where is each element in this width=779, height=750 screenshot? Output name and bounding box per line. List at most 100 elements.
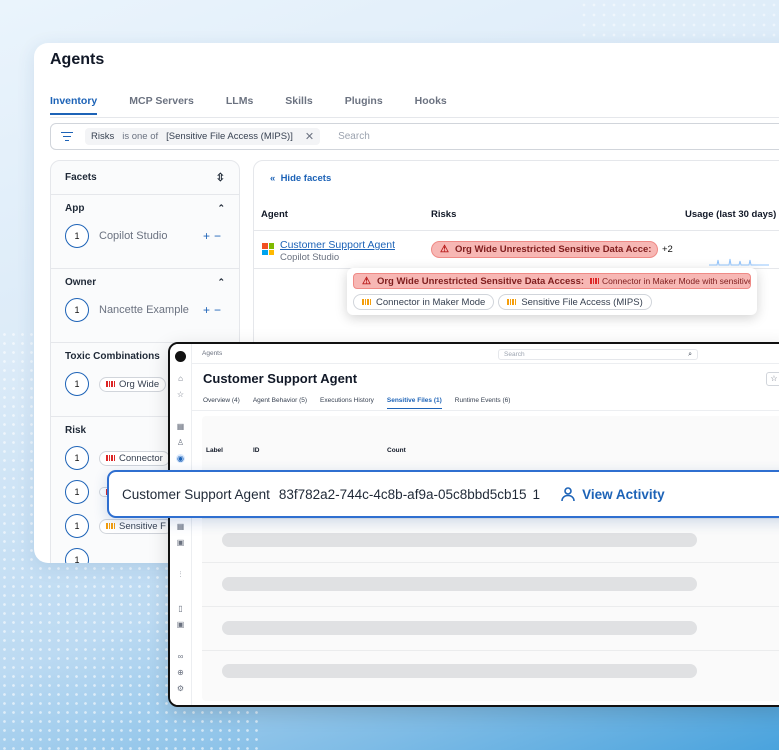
globe-icon[interactable]: ⊕ bbox=[176, 668, 185, 677]
highlighted-file-row[interactable]: Customer Support Agent 83f782a2-744c-4c8… bbox=[107, 470, 779, 518]
user-icon bbox=[561, 487, 575, 502]
tab-overview[interactable]: Overview (4) bbox=[203, 397, 240, 409]
agent-title: Customer Support Agent bbox=[203, 371, 358, 386]
tab-sensitive-files[interactable]: Sensitive Files (1) bbox=[386, 397, 442, 409]
facet-label: Nancette Example bbox=[99, 304, 189, 316]
skeleton-row bbox=[222, 621, 697, 635]
link-icon[interactable]: ∞ bbox=[176, 652, 185, 661]
tab-divider bbox=[50, 117, 779, 118]
severity-bars-icon bbox=[106, 455, 115, 461]
nav-rail: ⌂ ☆ ▦ ♙ ◉ ▦ ▣ ⫶ ▯ ▣ ∞ ⊕ ⚙ bbox=[170, 344, 192, 705]
severity-bars-icon bbox=[362, 299, 371, 305]
facet-count: 1 bbox=[65, 298, 89, 322]
facets-title: Facets bbox=[65, 172, 97, 183]
filter-bar[interactable]: Risks is one of [Sensitive File Access (… bbox=[50, 123, 779, 150]
view-activity-button[interactable]: View Activity bbox=[560, 486, 665, 502]
severity-bars-icon bbox=[507, 299, 517, 305]
grid-icon[interactable]: ▦ bbox=[176, 422, 185, 431]
agent-app: Copilot Studio bbox=[280, 252, 340, 263]
facet-section-title: App bbox=[65, 203, 85, 214]
usage-sparkline bbox=[709, 258, 769, 266]
home-icon[interactable]: ⌂ bbox=[176, 374, 185, 383]
facet-section-title: Owner bbox=[65, 277, 97, 288]
tooltip-risk-chip[interactable]: Sensitive File Access (MIPS) bbox=[498, 294, 652, 310]
facet-section-app: App ⌃ 1 Copilot Studio +− bbox=[51, 195, 239, 269]
facet-count: 1 bbox=[65, 446, 89, 470]
tooltip-main-risk: ⚠ Org Wide Unrestricted Sensitive Data A… bbox=[353, 273, 751, 289]
row-agent-id: 83f782a2-744c-4c8b-af9a-05c8bbd5cb15 bbox=[278, 486, 527, 502]
gear-icon[interactable]: ⚙ bbox=[176, 684, 185, 693]
facet-count: 1 bbox=[65, 224, 89, 248]
risk-tag[interactable]: Sensitive F bbox=[99, 518, 173, 534]
agent-detail-window: ⌂ ☆ ▦ ♙ ◉ ▦ ▣ ⫶ ▯ ▣ ∞ ⊕ ⚙ Agents Search ⌕… bbox=[168, 342, 779, 707]
tab-skills[interactable]: Skills bbox=[285, 95, 312, 115]
column-risks[interactable]: Risks bbox=[431, 209, 456, 220]
risk-pill[interactable]: ⚠ Org Wide Unrestricted Sensitive Data A… bbox=[431, 241, 658, 258]
risk-tag[interactable]: Connector bbox=[99, 450, 170, 466]
tooltip-risk-chip[interactable]: Connector in Maker Mode bbox=[353, 294, 495, 310]
facet-section-title: Risk bbox=[65, 425, 87, 436]
detail-tabs: Overview (4) Agent Behavior (5) Executio… bbox=[203, 397, 523, 409]
filter-value: [Sensitive File Access (MIPS)] bbox=[166, 131, 293, 142]
chevron-up-icon[interactable]: ⌃ bbox=[217, 203, 225, 214]
tab-executions-history[interactable]: Executions History bbox=[320, 397, 374, 409]
facet-include-exclude[interactable]: +− bbox=[203, 303, 225, 317]
user-icon[interactable]: ♙ bbox=[176, 438, 185, 447]
collapse-all-icon[interactable]: ⇳ bbox=[216, 171, 225, 184]
skeleton-row bbox=[222, 533, 697, 547]
facet-item: 1 Copilot Studio +− bbox=[65, 224, 225, 248]
agent-name-link[interactable]: Customer Support Agent bbox=[280, 239, 395, 251]
sensitive-files-table bbox=[202, 416, 779, 701]
breadcrumb[interactable]: Agents bbox=[202, 350, 222, 357]
column-id[interactable]: ID bbox=[253, 447, 260, 454]
tab-llms[interactable]: LLMs bbox=[226, 95, 253, 115]
facet-count: 1 bbox=[65, 372, 89, 396]
column-agent[interactable]: Agent bbox=[261, 209, 288, 220]
skeleton-row bbox=[222, 664, 697, 678]
warning-icon: ⚠ bbox=[440, 244, 449, 255]
image-icon[interactable]: ▣ bbox=[176, 620, 185, 629]
column-usage[interactable]: Usage (last 30 days) bbox=[685, 209, 776, 220]
hide-facets-button[interactable]: « Hide facets bbox=[270, 173, 331, 184]
facets-header: Facets ⇳ bbox=[51, 161, 239, 195]
filter-icon[interactable] bbox=[61, 131, 73, 142]
facet-include-exclude[interactable]: +− bbox=[203, 229, 225, 243]
column-label[interactable]: Label bbox=[206, 447, 223, 454]
warning-icon: ⚠ bbox=[362, 275, 371, 287]
row-count: 1 bbox=[532, 486, 541, 502]
tab-plugins[interactable]: Plugins bbox=[345, 95, 383, 115]
severity-bars-icon bbox=[590, 278, 600, 284]
star-icon[interactable]: ☆ bbox=[176, 390, 185, 399]
skeleton-row bbox=[222, 577, 697, 591]
facet-section-owner: Owner ⌃ 1 Nancette Example +− bbox=[51, 269, 239, 343]
apps-icon[interactable]: ▦ bbox=[176, 522, 185, 531]
favorite-icon[interactable]: ☆ bbox=[766, 372, 779, 386]
column-count[interactable]: Count bbox=[387, 447, 406, 454]
facet-label: Copilot Studio bbox=[99, 230, 168, 242]
tab-hooks[interactable]: Hooks bbox=[415, 95, 447, 115]
risk-tag[interactable]: Org Wide bbox=[99, 376, 167, 392]
facet-item: 1 Nancette Example +− bbox=[65, 298, 225, 322]
tab-inventory[interactable]: Inventory bbox=[50, 95, 98, 115]
facet-count: 1 bbox=[65, 514, 89, 538]
more-risks-count[interactable]: +2 bbox=[662, 244, 673, 255]
page-title: Agents bbox=[50, 51, 105, 68]
document-icon[interactable]: ▯ bbox=[176, 604, 185, 613]
shield-icon[interactable]: ◉ bbox=[176, 454, 185, 463]
tab-mcp-servers[interactable]: MCP Servers bbox=[129, 95, 194, 115]
filter-search-input[interactable]: Search bbox=[338, 131, 370, 142]
chevron-up-icon[interactable]: ⌃ bbox=[217, 277, 225, 288]
facet-section-title: Toxic Combinations bbox=[65, 351, 160, 362]
tab-runtime-events[interactable]: Runtime Events (6) bbox=[455, 397, 511, 409]
risk-tooltip: ⚠ Org Wide Unrestricted Sensitive Data A… bbox=[347, 268, 757, 315]
filter-chip[interactable]: Risks is one of [Sensitive File Access (… bbox=[85, 128, 321, 145]
close-icon[interactable]: ✕ bbox=[305, 130, 314, 143]
filter-field: Risks bbox=[91, 131, 115, 142]
severity-bars-icon bbox=[106, 381, 115, 387]
app-logo[interactable] bbox=[175, 351, 186, 362]
search-input[interactable]: Search ⌕ bbox=[498, 349, 698, 360]
mail-icon[interactable]: ▣ bbox=[176, 538, 185, 547]
tab-agent-behavior[interactable]: Agent Behavior (5) bbox=[253, 397, 307, 409]
severity-bars-icon bbox=[106, 523, 115, 529]
settings-sliders-icon[interactable]: ⫶ bbox=[176, 570, 185, 579]
